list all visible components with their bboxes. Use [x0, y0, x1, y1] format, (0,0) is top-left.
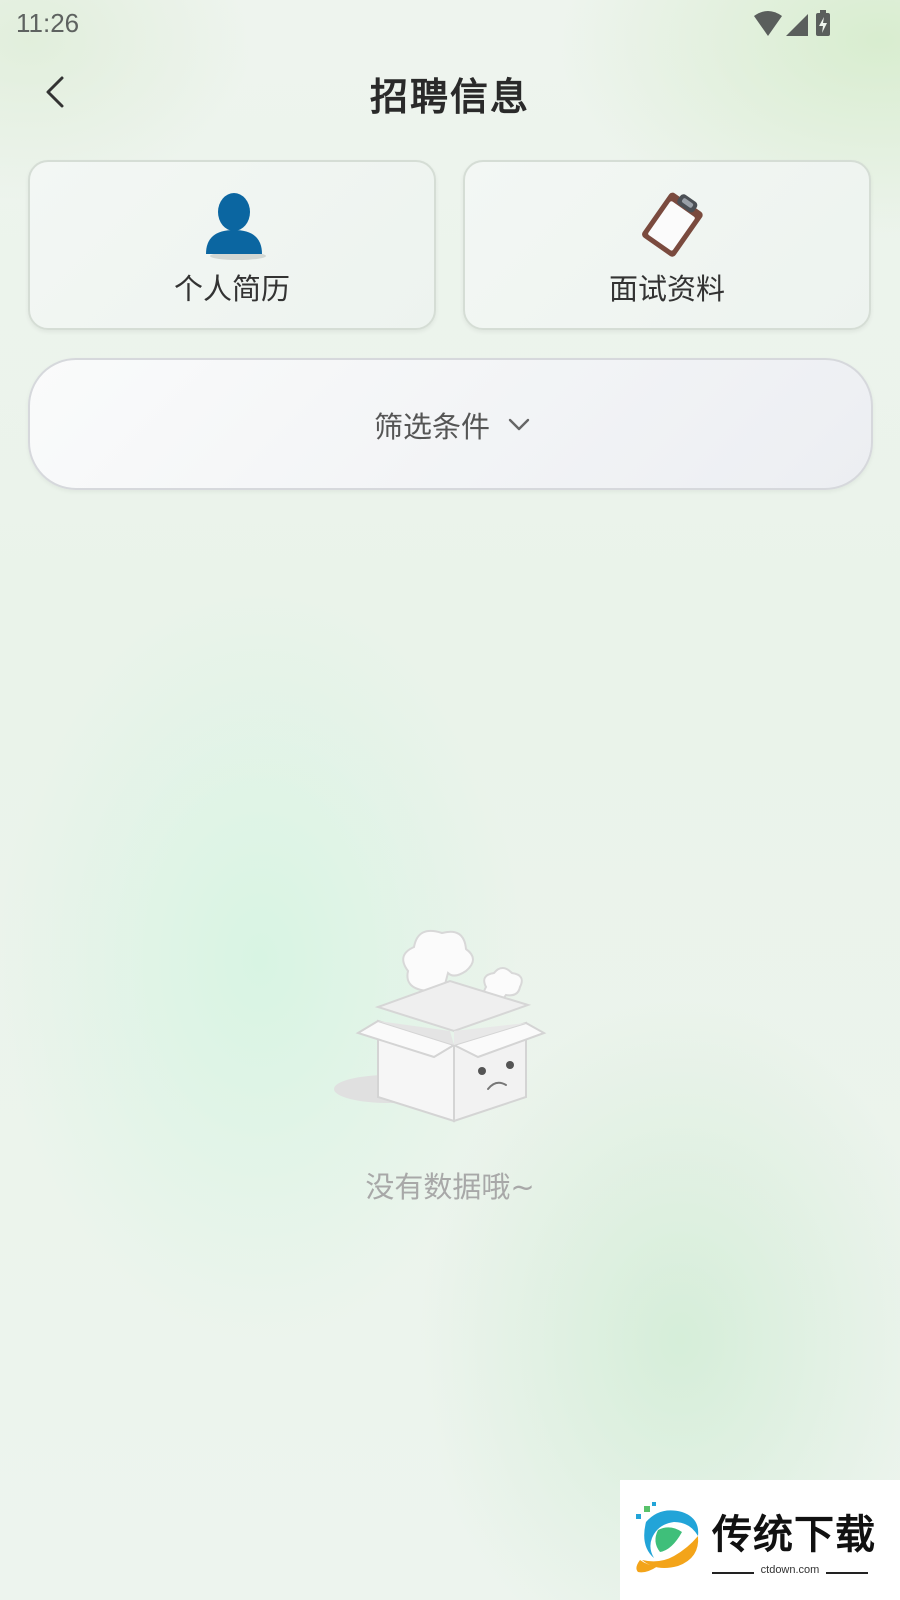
- empty-state-message: 没有数据哦~: [365, 1170, 535, 1204]
- chevron-down-icon: [508, 418, 530, 431]
- cellular-signal-icon: [786, 14, 808, 36]
- interview-materials-card[interactable]: 面试资料: [463, 160, 871, 330]
- wifi-icon: [754, 11, 782, 36]
- resume-card-label: 个人简历: [173, 272, 290, 306]
- filter-label: 筛选条件: [374, 410, 491, 444]
- status-icons: [754, 10, 830, 36]
- filter-dropdown[interactable]: 筛选条件: [28, 358, 873, 490]
- status-time: 11:26: [16, 8, 80, 38]
- person-icon: [206, 193, 266, 260]
- page-title: 招聘信息: [369, 75, 530, 119]
- watermark-logo-icon: [636, 1502, 699, 1573]
- battery-charging-icon: [816, 10, 830, 36]
- interview-materials-card-label: 面试资料: [608, 272, 725, 306]
- watermark: 传统下载 ctdown.com: [620, 1480, 900, 1600]
- clipboard-icon: [642, 192, 703, 257]
- resume-card[interactable]: 个人简历: [28, 160, 436, 330]
- empty-box-icon: [334, 929, 547, 1123]
- status-bar: 11:26: [0, 0, 900, 50]
- watermark-url: ctdown.com: [760, 1564, 820, 1576]
- watermark-title: 传统下载: [712, 1512, 876, 1558]
- watermark-rule-right: [826, 1572, 868, 1574]
